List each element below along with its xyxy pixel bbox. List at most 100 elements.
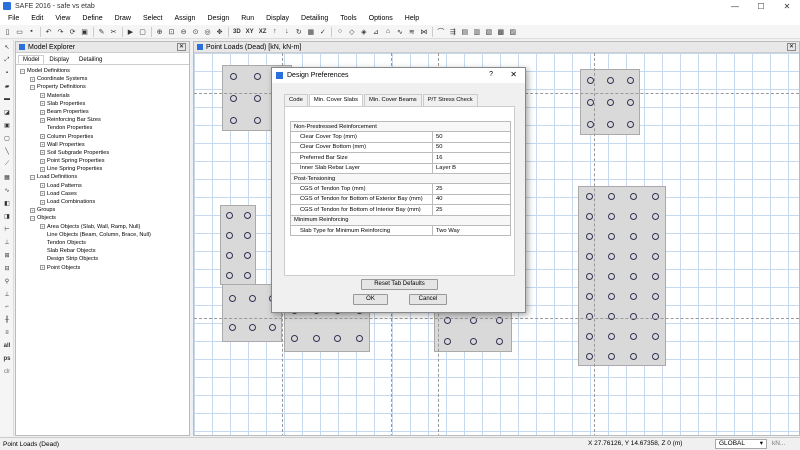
pile-marker[interactable] [629,212,637,220]
tree-item[interactable]: + Point Objects [20,264,189,272]
pile-marker[interactable] [225,271,233,279]
calculator-icon[interactable]: ▨ [507,26,518,37]
pile-marker[interactable] [443,338,451,345]
draw-wall-icon[interactable]: ▣ [1,119,13,131]
help-button[interactable]: ? [489,71,493,78]
pile-marker[interactable] [253,72,261,80]
property-value-field[interactable]: Two Way [432,224,511,237]
pin-icon[interactable]: ⚲ [1,275,13,287]
tree-item[interactable]: + Area Objects (Slab, Wall, Ramp, Null) [20,223,189,231]
menu-run[interactable]: Run [235,15,260,22]
tree-item[interactable]: + Slab Properties [20,100,189,108]
pile-marker[interactable] [585,272,593,280]
move-up-icon[interactable]: ↑ [269,26,280,37]
forces-icon[interactable]: ⇶ [447,26,458,37]
pile-marker[interactable] [629,272,637,280]
redo-icon[interactable]: ↷ [55,26,66,37]
grid-lines-icon[interactable]: ╫ [1,314,13,326]
pile-marker[interactable] [629,192,637,200]
menu-tools[interactable]: Tools [334,15,362,22]
tree-item[interactable]: + Load Combinations [20,198,189,206]
move-down-icon[interactable]: ↓ [281,26,292,37]
pile-marker[interactable] [607,252,615,260]
menu-display[interactable]: Display [260,15,295,22]
pile-marker[interactable] [585,352,593,360]
view-xz-button[interactable]: XZ [257,26,269,37]
axis-icon[interactable]: ⊥ [1,288,13,300]
zoom-in-icon[interactable]: ⊕ [154,26,165,37]
draw-point-icon[interactable]: ▪ [1,67,13,79]
pile-marker[interactable] [606,76,614,84]
tree-item[interactable]: + Load Patterns [20,182,189,190]
property-value-field[interactable]: Layer B [432,162,511,174]
open-folder-icon[interactable]: ▭ [14,26,25,37]
tree-item[interactable]: + Wall Properties [20,141,189,149]
expand-icon[interactable]: + [40,109,45,115]
reset-tab-defaults-button[interactable]: Reset Tab Defaults [361,279,438,290]
pile-marker[interactable] [651,332,659,340]
tree-item[interactable]: + Beam Properties [20,108,189,116]
pile-marker[interactable] [355,334,363,342]
draw-reference-icon[interactable]: ⊟ [1,262,13,274]
pile-marker[interactable] [243,271,251,279]
draw-beam-icon[interactable]: ╲ [1,145,13,157]
pointer-icon[interactable]: ↖ [1,41,13,53]
clear-selection-button[interactable]: clr [1,366,13,378]
menu-define[interactable]: Define [76,15,108,22]
pile-marker[interactable] [626,120,634,128]
pile-marker[interactable] [585,332,593,340]
tree-item[interactable]: − Load Definitions [20,173,189,181]
pile-marker[interactable] [651,192,659,200]
pile-marker[interactable] [253,116,261,124]
menu-draw[interactable]: Draw [109,15,137,22]
circle-icon[interactable]: ○ [334,26,345,37]
pile-marker[interactable] [629,292,637,300]
pile-marker[interactable] [225,211,233,219]
menu-select[interactable]: Select [137,15,168,22]
collapse-icon[interactable]: − [30,175,35,181]
draw-rebar-icon[interactable]: ◨ [1,210,13,222]
tree-item[interactable]: + Point Spring Properties [20,157,189,165]
draw-area-icon[interactable]: ▰ [1,80,13,92]
pile-marker[interactable] [230,116,238,124]
rotate-icon[interactable]: ↻ [293,26,304,37]
draw-grid-icon[interactable]: ⊞ [1,249,13,261]
tree-item[interactable]: Tendon Properties [20,124,189,132]
previous-selection-button[interactable]: ps [1,353,13,365]
beam-icon[interactable]: ◈ [358,26,369,37]
pile-marker[interactable] [585,192,593,200]
property-value-field[interactable]: 25 [432,183,511,195]
pile-marker[interactable] [626,76,634,84]
pencil-icon[interactable]: ✎ [96,26,107,37]
expand-icon[interactable]: + [40,191,45,197]
collapse-icon[interactable]: − [30,84,35,90]
save-icon[interactable]: ▪ [26,26,37,37]
tree-item[interactable]: − Objects [20,214,189,222]
pile-marker[interactable] [651,232,659,240]
pile-marker[interactable] [228,324,236,331]
zoom-previous-icon[interactable]: ◎ [202,26,213,37]
tree-item[interactable]: + Soil Subgrade Properties [20,149,189,157]
pile-marker[interactable] [243,251,251,259]
tree-item[interactable]: Design Strip Objects [20,255,189,263]
expand-icon[interactable]: + [40,265,45,271]
menu-assign[interactable]: Assign [168,15,201,22]
dialog-close-button[interactable]: ✕ [510,70,517,79]
run-icon[interactable]: ▶ [125,26,136,37]
pile-marker[interactable] [607,212,615,220]
cancel-button[interactable]: Cancel [409,294,447,305]
tree-item[interactable]: Tendon Objects [20,239,189,247]
grid-icon[interactable]: ▩ [495,26,506,37]
pile-marker[interactable] [228,295,236,302]
deformed-shape-icon[interactable]: ⌒ [435,26,446,37]
draw-tendon-icon[interactable]: ∿ [1,184,13,196]
property-value-field[interactable]: 50 [432,141,511,154]
pile-marker[interactable] [230,94,238,102]
pile-marker[interactable] [225,251,233,259]
draw-section-icon[interactable]: ⊥ [1,236,13,248]
pile-marker[interactable] [225,231,233,239]
tree-item[interactable]: Slab Rebar Objects [20,247,189,255]
tree-item[interactable]: + Line Spring Properties [20,165,189,173]
strip-icon[interactable]: ≋ [406,26,417,37]
draw-strip-icon[interactable]: ◧ [1,197,13,209]
